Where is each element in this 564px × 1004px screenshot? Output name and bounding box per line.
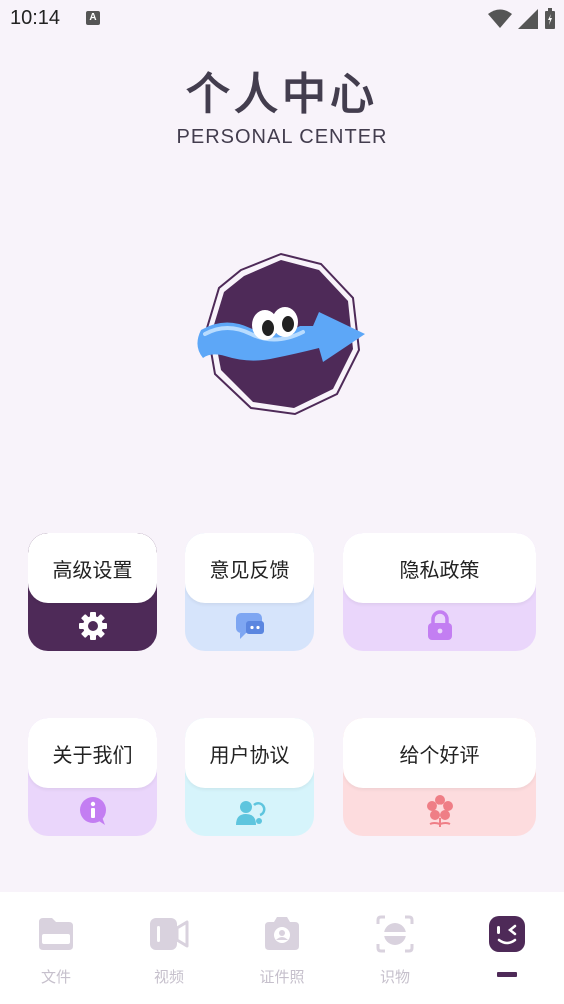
page-title: 个人中心 xyxy=(186,69,378,120)
avatar[interactable] xyxy=(195,250,375,420)
tab-files[interactable]: 文件 xyxy=(0,892,112,1004)
wifi-icon xyxy=(488,9,512,28)
bottom-tab-bar: 文件 视频 证件照 识物 xyxy=(0,892,564,1004)
video-icon xyxy=(150,918,189,950)
card-label: 用户协议 xyxy=(185,718,314,788)
chat-icon xyxy=(233,609,267,643)
active-tab-indicator xyxy=(497,972,517,977)
battery-icon xyxy=(545,8,555,29)
card-label: 关于我们 xyxy=(28,718,157,788)
camera-icon xyxy=(265,917,299,950)
tab-id-photo[interactable]: 证件照 xyxy=(226,892,338,1004)
card-rate-us[interactable]: 给个好评 xyxy=(343,718,536,836)
folder-icon xyxy=(39,918,73,950)
gear-icon xyxy=(76,609,110,643)
card-about-us[interactable]: 关于我们 xyxy=(28,718,157,836)
notification-a-icon: A xyxy=(86,11,100,25)
tab-personal[interactable] xyxy=(451,892,563,1004)
card-label: 高级设置 xyxy=(28,533,157,603)
page-subtitle: PERSONAL CENTER xyxy=(176,126,388,148)
tab-label: 视频 xyxy=(153,968,184,986)
signal-icon xyxy=(518,9,538,29)
user-icon xyxy=(233,794,267,828)
tab-label: 文件 xyxy=(40,968,71,986)
card-label: 意见反馈 xyxy=(185,533,314,603)
info-icon xyxy=(76,794,110,828)
tab-label: 证件照 xyxy=(259,968,305,986)
tab-label: 识物 xyxy=(379,968,410,986)
tab-identify[interactable]: 识物 xyxy=(339,892,451,1004)
card-label: 给个好评 xyxy=(343,718,536,788)
lock-icon xyxy=(423,609,457,643)
status-icons xyxy=(488,8,556,30)
card-advanced-settings[interactable]: 高级设置 xyxy=(28,533,157,651)
card-feedback[interactable]: 意见反馈 xyxy=(185,533,314,651)
card-privacy-policy[interactable]: 隐私政策 xyxy=(343,533,536,651)
card-user-agreement[interactable]: 用户协议 xyxy=(185,718,314,836)
scan-icon xyxy=(376,915,414,953)
tab-video[interactable]: 视频 xyxy=(113,892,225,1004)
card-label: 隐私政策 xyxy=(343,533,536,603)
face-icon xyxy=(489,916,525,952)
flower-icon xyxy=(423,794,457,828)
status-time: 10:14 xyxy=(10,7,61,29)
status-bar: 10:14 A xyxy=(0,0,564,38)
